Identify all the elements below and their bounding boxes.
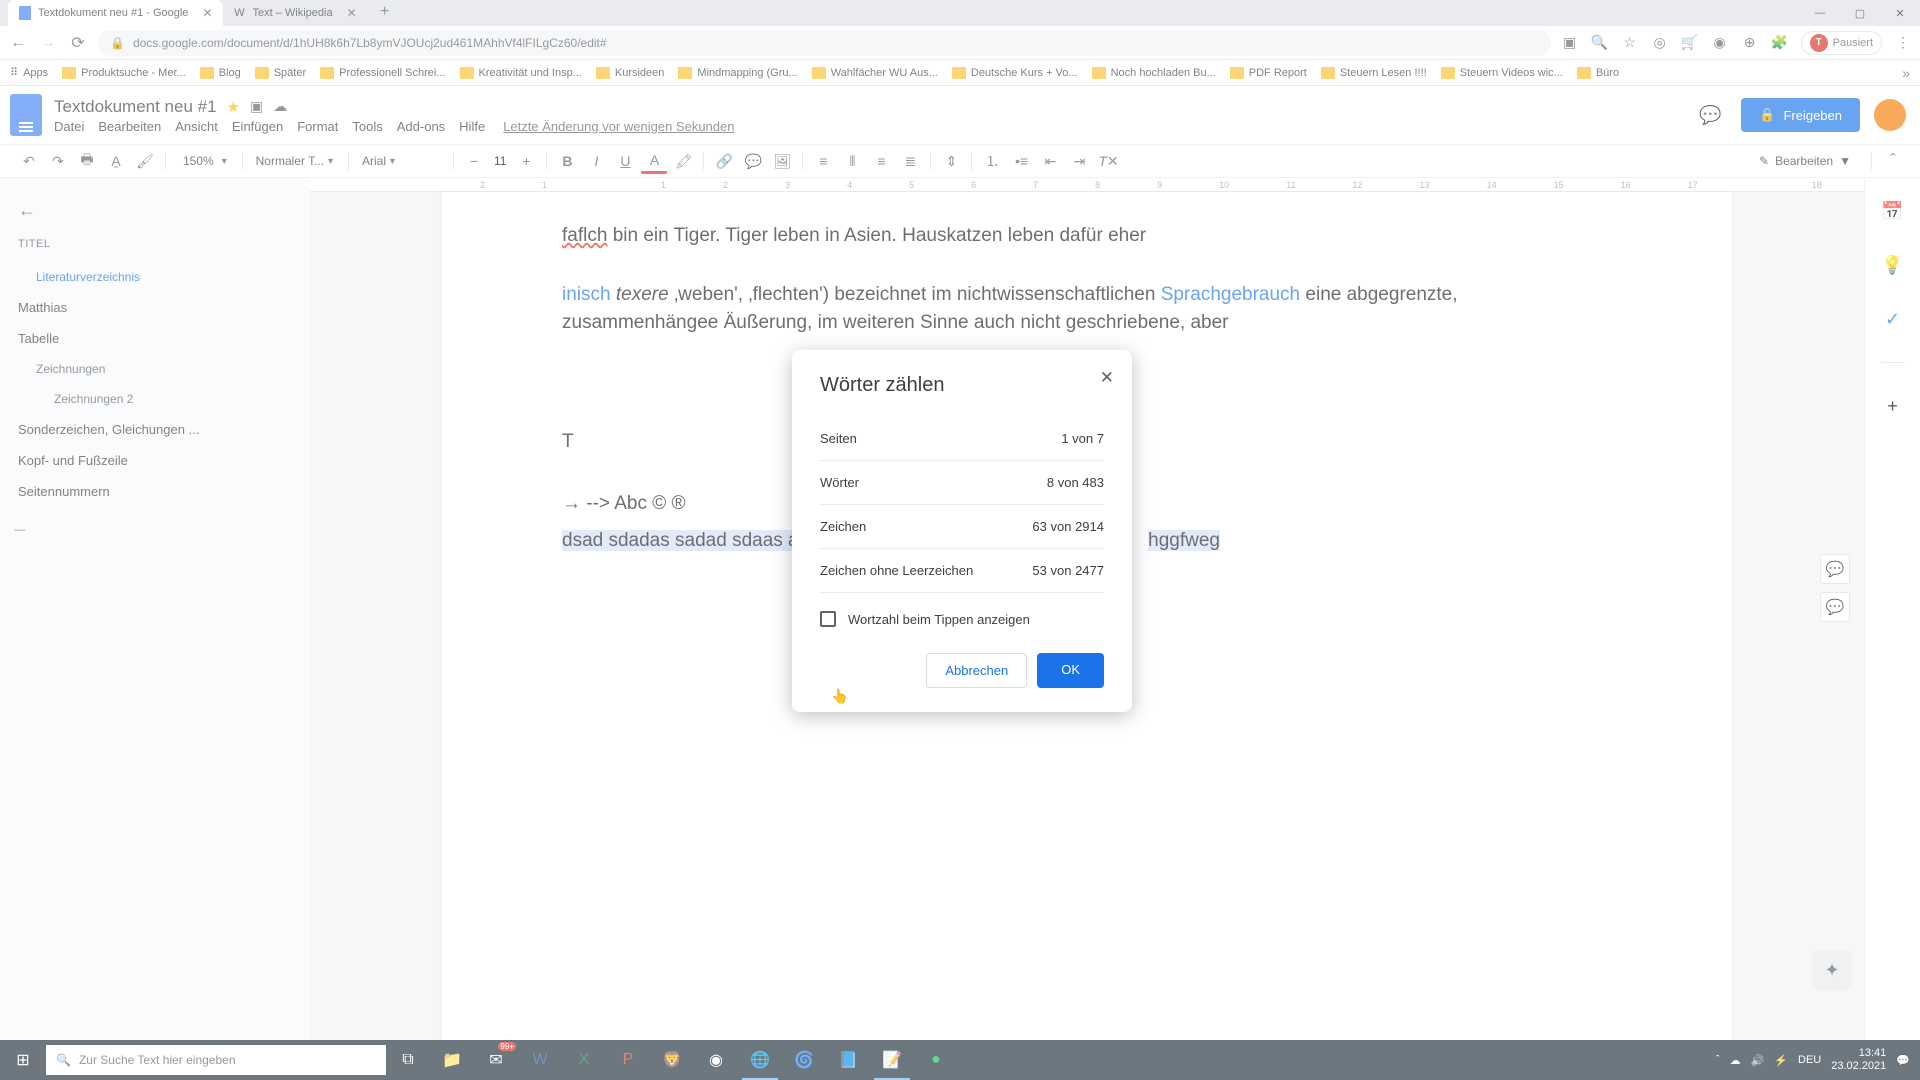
stat-row-chars: Zeichen63 von 2914	[820, 505, 1104, 549]
stat-row-words: Wörter8 von 483	[820, 461, 1104, 505]
show-while-typing-checkbox[interactable]: Wortzahl beim Tippen anzeigen	[820, 593, 1104, 637]
dialog-close-button[interactable]: ✕	[1100, 368, 1114, 388]
stat-row-chars-no-spaces: Zeichen ohne Leerzeichen53 von 2477	[820, 549, 1104, 593]
checkbox-label: Wortzahl beim Tippen anzeigen	[848, 612, 1030, 627]
cancel-button[interactable]: Abbrechen	[926, 653, 1027, 688]
word-count-dialog: Wörter zählen ✕ Seiten1 von 7 Wörter8 vo…	[792, 350, 1132, 712]
stat-row-pages: Seiten1 von 7	[820, 417, 1104, 461]
ok-button[interactable]: OK	[1037, 653, 1104, 688]
checkbox-icon[interactable]	[820, 611, 836, 627]
dialog-title: Wörter zählen	[820, 374, 1104, 397]
mouse-cursor-icon: 👆	[831, 688, 848, 705]
